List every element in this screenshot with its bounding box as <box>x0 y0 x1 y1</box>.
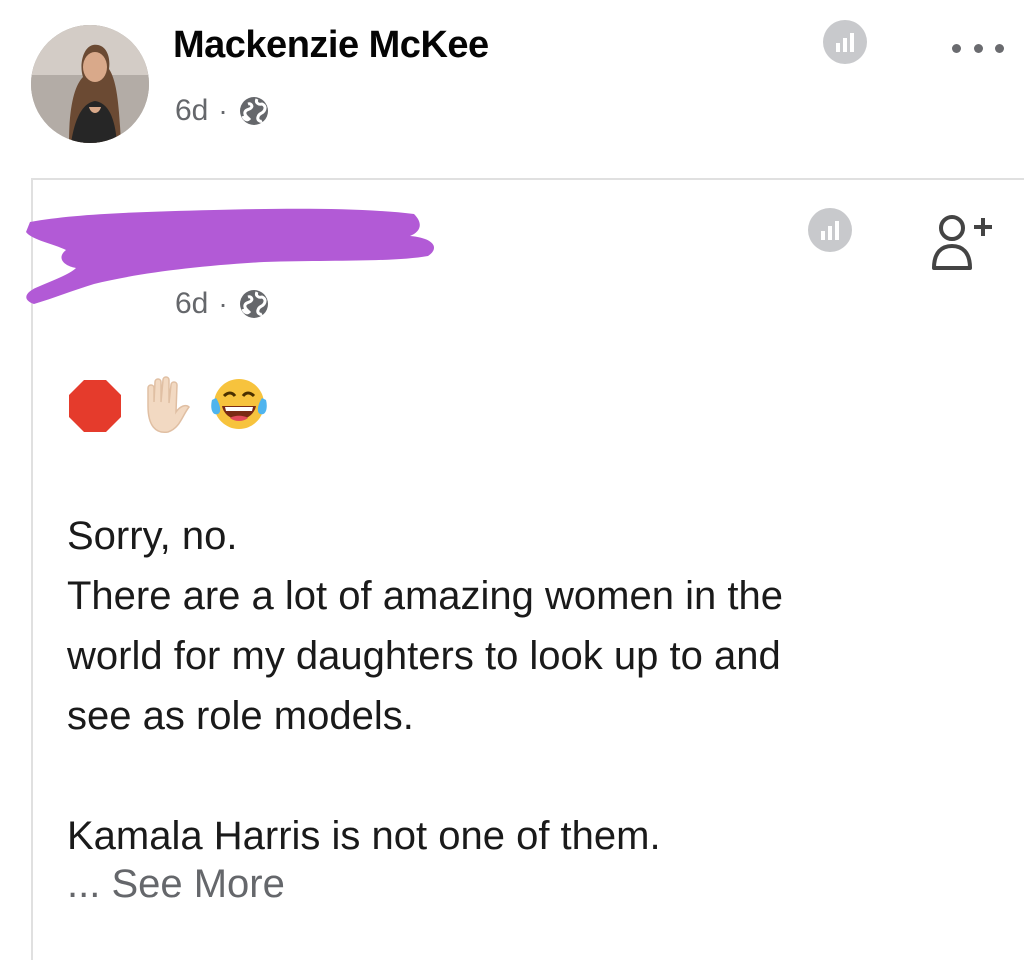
tears-of-joy-emoji <box>211 379 267 429</box>
author-name[interactable]: Mackenzie McKee <box>173 24 489 67</box>
meta-separator: · <box>218 95 228 126</box>
more-dot <box>952 43 961 53</box>
see-more-link[interactable]: ... See More <box>67 862 285 907</box>
post-text: Sorry, no. There are a lot of amazing wo… <box>67 506 967 866</box>
stop-sign-emoji <box>69 380 121 432</box>
insights-icon[interactable] <box>808 208 852 252</box>
post-line: Sorry, no. <box>67 514 238 558</box>
raised-hand-emoji <box>147 376 190 434</box>
author-avatar[interactable] <box>31 25 149 143</box>
post-line: see as role models. <box>67 694 414 738</box>
post-line: world for my daughters to look up to and <box>67 634 781 678</box>
shared-post-meta: 6d · <box>175 287 270 321</box>
more-dot <box>995 43 1004 53</box>
globe-icon <box>238 95 270 127</box>
more-options-icon[interactable] <box>952 38 1004 58</box>
shared-post-time[interactable]: 6d <box>175 287 208 321</box>
more-dot <box>973 43 983 53</box>
post-line: There are a lot of amazing women in the <box>67 574 783 618</box>
insights-icon[interactable] <box>823 20 867 64</box>
post-meta: 6d · <box>175 94 270 128</box>
add-friend-icon[interactable] <box>928 206 1002 280</box>
emoji-row <box>66 376 270 436</box>
author-photo <box>31 25 149 143</box>
post-line: Kamala Harris is not one of them. <box>67 814 661 858</box>
globe-icon <box>238 288 270 320</box>
meta-separator: · <box>218 288 228 319</box>
post-line-blank <box>67 746 967 806</box>
post-time[interactable]: 6d <box>175 94 208 128</box>
